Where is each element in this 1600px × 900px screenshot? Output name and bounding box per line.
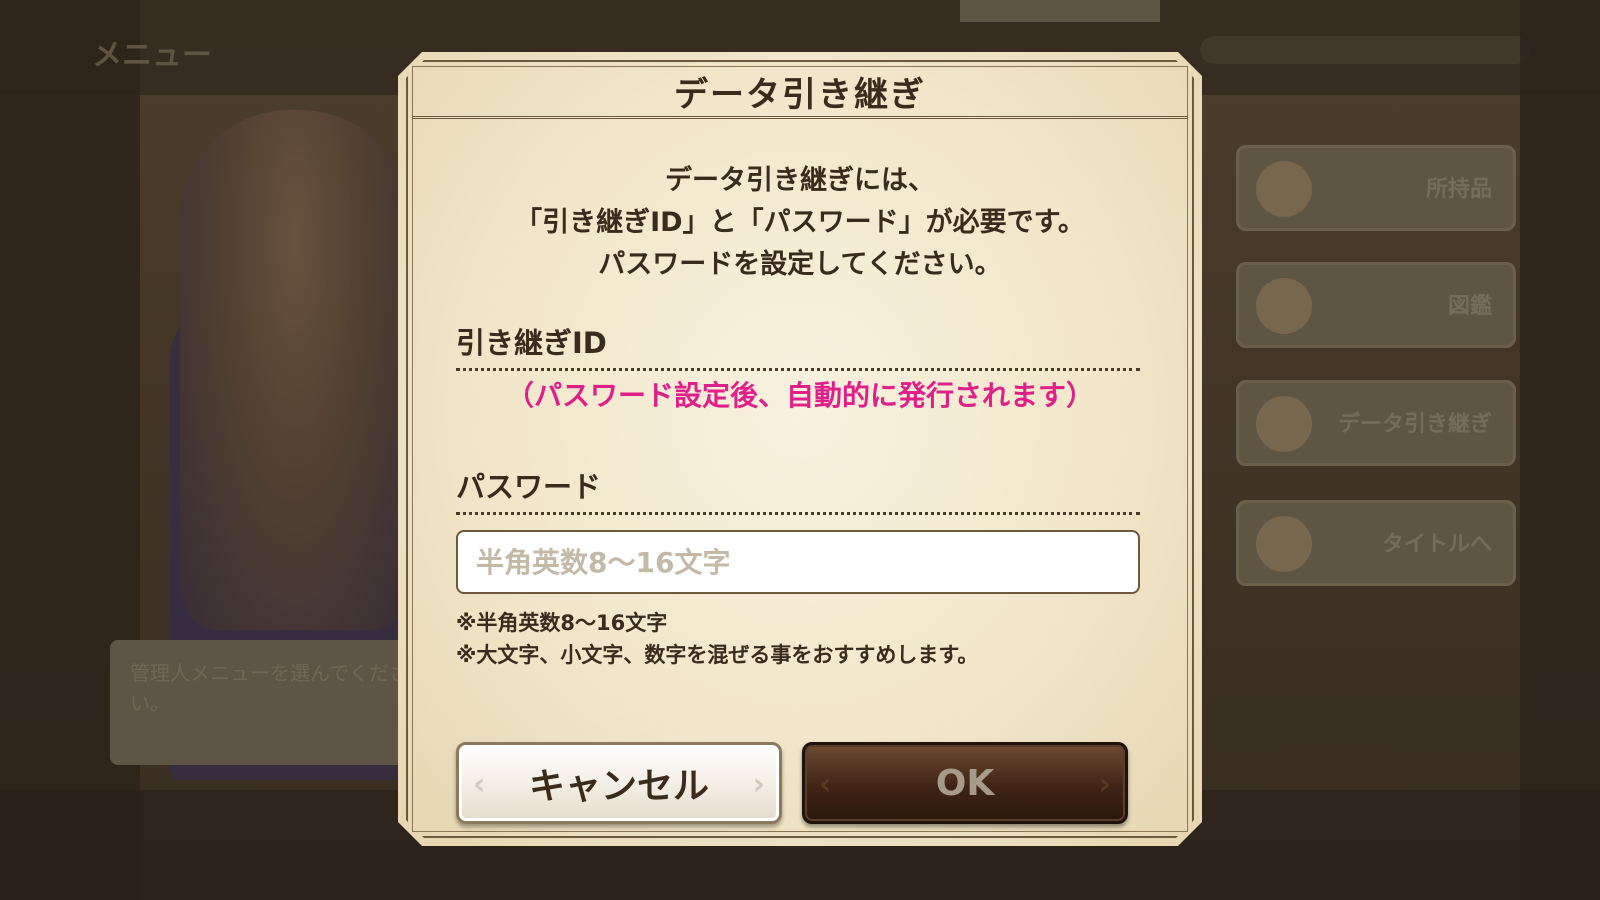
password-label: パスワード (456, 464, 1140, 515)
ok-button[interactable]: ‹ OK › (802, 742, 1128, 824)
transfer-id-value: （パスワード設定後、自動的に発行されます） (505, 379, 1094, 412)
dialog-title-bar: データ引き継ぎ (412, 66, 1188, 119)
password-note: ※半角英数8～16文字 (456, 611, 668, 635)
chevron-left-icon: ‹ (473, 767, 486, 802)
chevron-right-icon: › (1098, 767, 1111, 802)
password-note: ※大文字、小文字、数字を混ぜる事をおすすめします。 (456, 643, 979, 667)
chevron-right-icon: › (752, 767, 765, 802)
cancel-button-label: キャンセル (528, 766, 709, 807)
password-notes: ※半角英数8～16文字 ※大文字、小文字、数字を混ぜる事をおすすめします。 (456, 607, 978, 671)
dialog-description: データ引き継ぎには、 「引き継ぎID」と「パスワード」が必要です。 パスワードを… (398, 160, 1202, 286)
transfer-id-label: 引き継ぎID (456, 320, 1140, 371)
data-transfer-dialog: データ引き継ぎ データ引き継ぎには、 「引き継ぎID」と「パスワード」が必要です… (398, 52, 1202, 846)
cancel-button[interactable]: ‹ キャンセル › (456, 742, 782, 824)
dialog-title: データ引き継ぎ (674, 74, 926, 115)
description-line: 「引き継ぎID」と「パスワード」が必要です。 (515, 207, 1085, 238)
chevron-left-icon: ‹ (819, 767, 832, 802)
ok-button-label: OK (935, 762, 995, 804)
password-input[interactable] (456, 530, 1140, 594)
description-line: パスワードを設定してください。 (598, 249, 1002, 280)
description-line: データ引き継ぎには、 (665, 165, 935, 196)
